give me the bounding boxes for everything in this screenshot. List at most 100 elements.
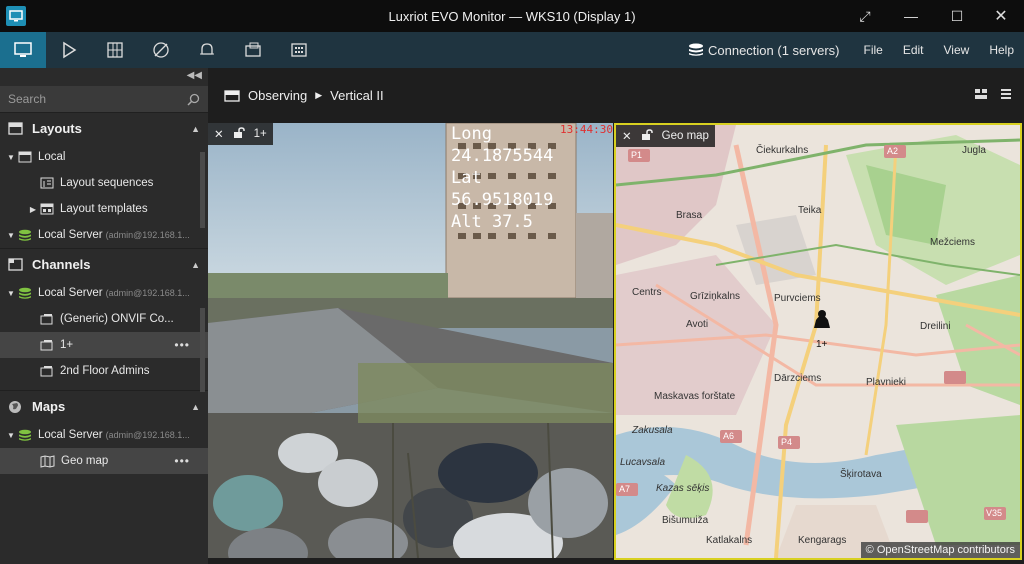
map-place-label: Kengarags	[798, 535, 847, 546]
collapse-maps-icon[interactable]: ▲	[191, 402, 200, 412]
camera-cell-header: ✕ 1+	[208, 123, 273, 145]
main-view: Observing ▶ Vertical II Long 24.1875544 …	[208, 68, 1024, 564]
tree-item-layout-templates[interactable]: ▶ Layout templates	[0, 196, 208, 222]
collapse-sidebar-icon[interactable]: ◀◀	[0, 68, 208, 84]
close-cell-icon[interactable]: ✕	[622, 129, 632, 143]
map-place-label: Centrs	[632, 287, 662, 298]
tree-item-local[interactable]: ▼ Local	[0, 144, 208, 170]
map-pin-icon[interactable]	[138, 32, 184, 68]
unlock-icon[interactable]	[233, 126, 245, 142]
sidebar: ◀◀ Search Layouts ▲ ▼ Local Layout seque…	[0, 68, 208, 564]
breadcrumb: Observing ▶ Vertical II	[208, 68, 1024, 123]
archive-folder-icon[interactable]	[230, 32, 276, 68]
layout-icon	[224, 89, 240, 102]
expand-arrow-icon[interactable]: ▼	[4, 153, 18, 162]
expand-arrow-icon[interactable]: ▼	[4, 289, 18, 298]
more-options-icon[interactable]: •••	[174, 338, 190, 352]
road-label: A6	[723, 431, 735, 441]
camera-cell-label: 1+	[253, 128, 267, 140]
tree-item-layout-sequences[interactable]: Layout sequences	[0, 170, 208, 196]
layouts-scrollbar[interactable]	[200, 152, 205, 228]
camera-channel-icon	[40, 365, 54, 377]
breadcrumb-separator-icon: ▶	[315, 90, 323, 100]
more-options-icon[interactable]: •••	[174, 454, 190, 468]
tree-item-channels-server[interactable]: ▼ Local Server (admin@192.168.1...	[0, 280, 208, 306]
map-item-geo-map[interactable]: Geo map •••	[0, 448, 208, 474]
map-place-label: Brasa	[676, 210, 703, 221]
map-place-label: Bišumuiža	[662, 515, 709, 526]
close-button[interactable]: ✕	[978, 0, 1024, 32]
map-place-label: Purvciems	[774, 293, 821, 304]
layout-template-icon	[40, 203, 54, 215]
title-bar: Luxriot EVO Monitor — WKS10 (Display 1) …	[0, 0, 1024, 32]
connection-button[interactable]: Connection (1 servers)	[688, 43, 839, 58]
search-icon	[187, 93, 200, 106]
channel-item[interactable]: (Generic) ONVIF Co...	[0, 306, 208, 332]
expand-arrow-icon[interactable]: ▶	[26, 205, 40, 214]
camera-marker-label[interactable]: 1+	[816, 339, 827, 350]
main-toolbar: Connection (1 servers) File Edit View He…	[0, 32, 1024, 68]
channels-icon	[8, 258, 24, 271]
fullscreen-icon[interactable]: ⤢	[842, 0, 888, 32]
breadcrumb-current[interactable]: Vertical II	[330, 88, 383, 103]
tree-item-layouts-server[interactable]: ▼ Local Server (admin@192.168.1...	[0, 222, 208, 248]
tree-item-maps-server[interactable]: ▼ Local Server (admin@192.168.1...	[0, 422, 208, 448]
expand-arrow-icon[interactable]: ▼	[4, 431, 18, 440]
section-layouts[interactable]: Layouts ▲	[0, 112, 208, 144]
layout-sequence-icon	[40, 177, 54, 189]
menu-help[interactable]: Help	[989, 43, 1014, 57]
folder-layout-icon	[18, 151, 32, 163]
timestamp-overlay: 13:44:30	[560, 123, 613, 136]
server-icon	[18, 229, 32, 241]
maximize-button[interactable]: ☐	[934, 0, 980, 32]
map-cell-label: Geo map	[661, 130, 709, 142]
breadcrumb-root[interactable]: Observing	[248, 88, 307, 103]
map-place-label: Avoti	[686, 319, 709, 330]
search-input[interactable]: Search	[0, 86, 208, 112]
bell-icon[interactable]	[184, 32, 230, 68]
map-place-label: Kazas sēķis	[656, 483, 710, 494]
collapse-layouts-icon[interactable]: ▲	[191, 124, 200, 134]
map-cell[interactable]: Čiekurkalns Jugla Brasa Teika Mežciems C…	[614, 123, 1022, 560]
collapse-channels-icon[interactable]: ▲	[191, 260, 200, 270]
menu-view[interactable]: View	[944, 43, 970, 57]
channel-item[interactable]: 2nd Floor Admins	[0, 358, 208, 384]
road-label: P1	[631, 150, 643, 160]
menu-edit[interactable]: Edit	[903, 43, 924, 57]
map-place-label: Dreilini	[920, 321, 951, 332]
map-attribution[interactable]: © OpenStreetMap contributors	[860, 542, 1020, 558]
grid-layout-icon[interactable]	[92, 32, 138, 68]
close-cell-icon[interactable]: ✕	[214, 127, 224, 141]
expand-arrow-icon[interactable]: ▼	[4, 231, 18, 240]
map-place-label: Jugla	[962, 145, 986, 156]
road-label: V35	[986, 508, 1003, 518]
map-cell-header: ✕ Geo map	[616, 125, 715, 147]
road-label: A7	[619, 484, 631, 494]
camera-cell[interactable]: Long 24.1875544 Lat 56.9518019 Alt 37.5 …	[208, 123, 613, 558]
road-label: A2	[887, 146, 899, 156]
layout-switch-icon[interactable]	[974, 88, 988, 103]
unlock-icon[interactable]	[641, 128, 653, 144]
map-place-label: Mežciems	[930, 237, 976, 248]
layouts-icon	[8, 122, 24, 135]
map-place-label: Plavnieki	[866, 377, 907, 388]
camera-channel-icon	[40, 313, 54, 325]
channel-item-selected[interactable]: 1+ •••	[0, 332, 208, 358]
monitor-icon[interactable]	[0, 32, 46, 68]
play-icon[interactable]	[46, 32, 92, 68]
gps-overlay: Long 24.1875544 Lat 56.9518019 Alt 37.5	[451, 124, 554, 232]
map-place-label: Šķirotava	[840, 469, 882, 480]
section-channels[interactable]: Channels ▲	[0, 248, 208, 280]
map-place-label: Lucavsala	[620, 457, 666, 468]
map-place-label: Maskavas forštate	[654, 391, 736, 402]
map-icon	[40, 454, 55, 468]
video-wall-icon[interactable]	[276, 32, 322, 68]
map-place-label: Dārzciems	[774, 373, 822, 384]
map-place-label: Teika	[798, 205, 822, 216]
minimize-button[interactable]: —	[888, 0, 934, 32]
map-place-label: Zakusala	[632, 425, 673, 436]
menu-file[interactable]: File	[863, 43, 882, 57]
channels-scrollbar[interactable]	[200, 308, 205, 392]
section-maps[interactable]: Maps ▲	[0, 390, 208, 422]
hamburger-menu-icon[interactable]	[1000, 88, 1012, 103]
